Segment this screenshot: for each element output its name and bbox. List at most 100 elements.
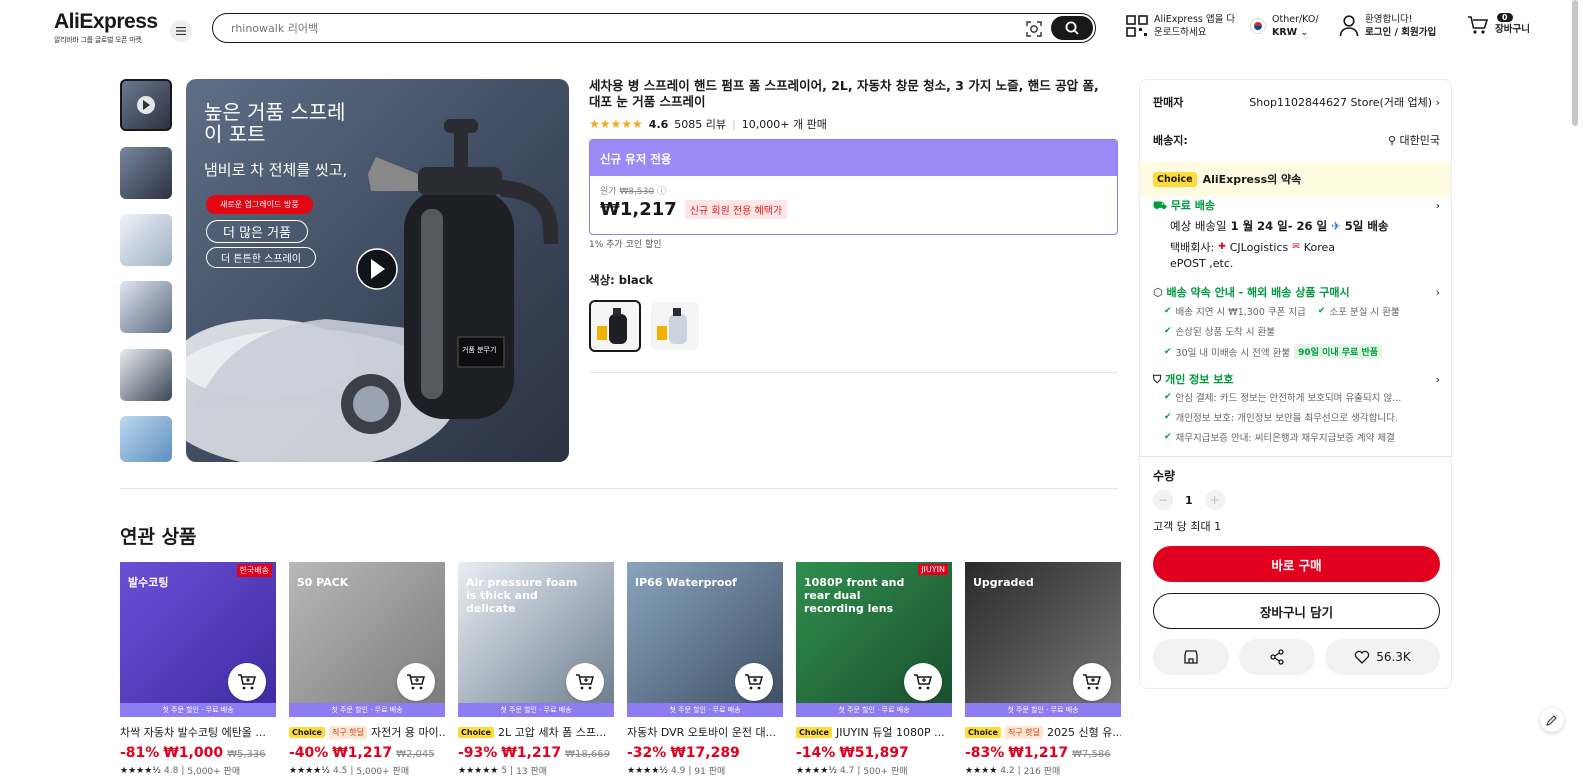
login-signup-link[interactable]: 로그인 / 회원가입	[1365, 27, 1436, 38]
aliexpress-logo[interactable]: AliExpress 알리바바 그룹 글로벌 오픈 마켓	[54, 10, 158, 45]
add-to-cart-icon-button[interactable]	[904, 663, 942, 701]
info-icon[interactable]: ⓘ	[657, 187, 666, 197]
search-input[interactable]	[231, 19, 991, 37]
app-download[interactable]: AliExpress 앱을 다 운로드하세요	[1126, 13, 1235, 39]
price: ₩51,897	[839, 745, 909, 761]
rating-stars: ★★★★½	[289, 765, 330, 776]
price-row: -14% ₩51,897	[796, 745, 952, 761]
overlay-subtitle: 냄비로 차 전체를 씻고,	[204, 161, 348, 179]
product-name[interactable]: 자동차 DVR 오토바이 운전 대...	[627, 724, 783, 740]
promo-band: 첫 주문 할인 · 무료 배송	[289, 703, 445, 717]
thumbnail-3[interactable]	[120, 214, 172, 266]
carrier-label: 택배회사:	[1170, 241, 1215, 254]
cart-plus-icon	[1083, 674, 1101, 690]
corner-badge: JIUYIN	[918, 564, 948, 575]
thumbnail-2[interactable]	[120, 147, 172, 199]
product-name[interactable]: 차싹 자동차 발수코팅 에탄올 ...	[120, 724, 276, 740]
product-image[interactable]: 발수코팅 한국배송 첫 주문 할인 · 무료 배송	[120, 562, 276, 717]
product-name[interactable]: Choice 2L 고압 세차 폼 스프...	[458, 724, 614, 740]
divider	[1140, 456, 1451, 457]
color-swatch-black[interactable]	[589, 300, 641, 352]
rating-row[interactable]: ★★★★★ 4.6 5085 리뷰 | 10,000+ 개 판매	[589, 116, 827, 132]
main-product-image[interactable]: 높은 거품 스프레 이 포트 냄비로 차 전체를 씻고, 새로운 업그레이드 방…	[186, 79, 569, 462]
eta-days: 5일 배송	[1344, 219, 1389, 233]
add-to-cart-button[interactable]: 장바구니 담기	[1153, 593, 1440, 629]
share-button[interactable]	[1239, 639, 1315, 675]
check-icon: ✔	[1164, 306, 1172, 316]
thumbnail-1[interactable]	[120, 79, 172, 131]
quantity-decrease-button[interactable]: −	[1153, 490, 1173, 510]
shield-icon: ⬡	[1153, 286, 1163, 299]
product-name[interactable]: Choice 직구 핫딜 자전거 용 마이...	[289, 724, 445, 740]
hamburger-menu-icon[interactable]	[170, 20, 192, 42]
privacy-row[interactable]: ⛉ 개인 정보 보호 ›	[1153, 371, 1440, 387]
feature-pill-1: 더 많은 거품	[206, 220, 309, 243]
free-shipping-row[interactable]: ⛟ 무료 배송 ›	[1153, 197, 1440, 214]
related-product-card[interactable]: IP66 Waterproof 첫 주문 할인 · 무료 배송 자동차 DVR …	[627, 562, 783, 777]
related-product-card[interactable]: 50 PACK 첫 주문 할인 · 무료 배송 Choice 직구 핫딜 자전거…	[289, 562, 445, 777]
rating-stars: ★★★★½	[796, 765, 837, 776]
image-search-icon[interactable]	[1025, 20, 1043, 38]
korea-post-icon: ✉	[1292, 242, 1300, 252]
store-button[interactable]	[1153, 639, 1229, 675]
related-product-card[interactable]: Upgraded 첫 주문 할인 · 무료 배송 Choice 직구 핫딜 20…	[965, 562, 1121, 777]
product-name[interactable]: Choice 직구 핫딜 2025 신형 유...	[965, 724, 1121, 740]
edit-feedback-button[interactable]	[1540, 708, 1564, 732]
choice-tag: Choice	[1153, 171, 1197, 187]
cj-logo-icon: ✚	[1218, 242, 1226, 252]
color-swatch-clear[interactable]	[651, 302, 699, 350]
truck-icon: ⛟	[1153, 199, 1167, 212]
product-image[interactable]: 1080P front and rear dual recording lens…	[796, 562, 952, 717]
search-button[interactable]	[1051, 16, 1093, 40]
coin-discount: 1% 추가 코인 할인	[589, 240, 662, 250]
check-icon: ✔	[1164, 392, 1172, 402]
rating-row: ★★★★ 4.2 | 216 판매	[965, 764, 1121, 778]
seller-name[interactable]: Shop1102844627 Store(거래 업체)	[1249, 96, 1432, 109]
rating-value: 4.7	[840, 765, 855, 776]
add-to-cart-icon-button[interactable]	[228, 663, 266, 701]
product-image[interactable]: 50 PACK 첫 주문 할인 · 무료 배송	[289, 562, 445, 717]
korea-flag-icon	[1250, 18, 1266, 34]
search-icon	[1065, 21, 1079, 35]
related-product-card[interactable]: 발수코팅 한국배송 첫 주문 할인 · 무료 배송 차싹 자동차 발수코팅 에탄…	[120, 562, 276, 777]
price-row: -93% ₩1,217 ₩18,669	[458, 745, 614, 761]
product-image[interactable]: Upgraded 첫 주문 할인 · 무료 배송	[965, 562, 1121, 717]
add-to-cart-icon-button[interactable]	[397, 663, 435, 701]
discount: -14%	[796, 745, 836, 761]
sold-count: 5,000+ 판매	[187, 767, 241, 777]
upgrade-badge: 새로운 업그레이드 방풍	[206, 195, 313, 214]
review-count[interactable]: 5085 리뷰	[674, 116, 726, 132]
related-product-card[interactable]: 1080P front and rear dual recording lens…	[796, 562, 952, 777]
quantity-increase-button[interactable]: +	[1204, 490, 1225, 510]
rating-row: ★★★★★ 5 | 13 판매	[458, 764, 614, 778]
seller-row[interactable]: 판매자 Shop1102844627 Store(거래 업체) ›	[1153, 94, 1440, 110]
region-selector[interactable]: Other/KO/KRW ⌄	[1250, 13, 1319, 39]
current-price: ₩1,217	[600, 199, 677, 220]
hot-deal-tag: 직구 핫딜	[1004, 725, 1043, 739]
thumbnail-5[interactable]	[120, 349, 172, 401]
color-label: 색상: black	[589, 273, 654, 287]
wishlist-button[interactable]: 56.3K	[1325, 639, 1440, 675]
thumbnail-4[interactable]	[120, 281, 172, 333]
chevron-right-icon: ›	[1435, 285, 1440, 299]
price-row: -40% ₩1,217 ₩2,045	[289, 745, 445, 761]
account-menu[interactable]: 환영합니다! 로그인 / 회원가입	[1339, 13, 1436, 39]
cart-plus-icon	[576, 674, 594, 690]
add-to-cart-icon-button[interactable]	[735, 663, 773, 701]
play-icon	[137, 96, 155, 114]
feature-pill-2: 더 튼튼한 스프레이	[206, 247, 316, 268]
promo-band: 첫 주문 할인 · 무료 배송	[458, 703, 614, 717]
product-name[interactable]: Choice JIUYIN 듀얼 1080P ...	[796, 724, 952, 740]
thumbnail-6[interactable]	[120, 416, 172, 462]
add-to-cart-icon-button[interactable]	[566, 663, 604, 701]
product-image[interactable]: Air pressure foam is thick and delicate …	[458, 562, 614, 717]
buy-now-button[interactable]: 바로 구매	[1153, 546, 1440, 582]
region-line-1: Other/KO/	[1272, 14, 1319, 25]
page-scrollbar[interactable]	[1572, 0, 1578, 126]
add-to-cart-icon-button[interactable]	[1073, 663, 1111, 701]
product-image[interactable]: IP66 Waterproof 첫 주문 할인 · 무료 배송	[627, 562, 783, 717]
ship-to-row[interactable]: 배송지: ⚲ 대한민국	[1153, 132, 1440, 148]
plane-icon: ✈	[1331, 219, 1341, 233]
delivery-promise-row[interactable]: ⬡ 배송 약속 안내 - 해외 배송 상품 구매시 ›	[1153, 284, 1440, 300]
related-product-card[interactable]: Air pressure foam is thick and delicate …	[458, 562, 614, 777]
